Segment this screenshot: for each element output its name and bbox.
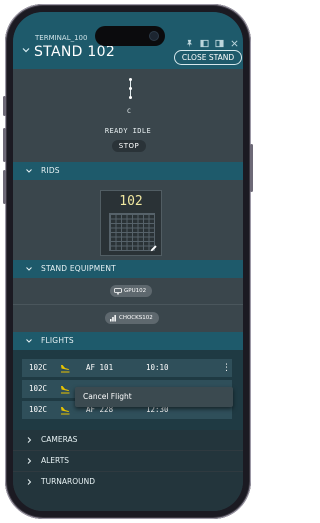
flight-stand: 102C — [29, 363, 48, 372]
status-text: READY IDLE — [104, 127, 152, 135]
terminal-label: TERMINAL_100 — [35, 34, 88, 42]
chain-label: C — [127, 107, 131, 115]
section-label: RIDS — [41, 166, 60, 175]
flight-stand: 102C — [29, 405, 48, 414]
section-header-stand-equipment[interactable]: STAND EQUIPMENT — [13, 260, 243, 278]
section-header-flights[interactable]: FLIGHTS — [13, 332, 243, 350]
chevron-right-icon — [27, 479, 32, 485]
pin-icon[interactable] — [185, 33, 194, 48]
split-view-icon[interactable] — [200, 33, 209, 47]
action-button — [3, 96, 6, 116]
section-header-cameras[interactable]: CAMERAS — [13, 430, 243, 450]
stop-button[interactable]: STOP — [112, 140, 146, 152]
equipment-chip-gpu[interactable]: GPU102 — [110, 285, 153, 297]
section-label: STAND EQUIPMENT — [41, 264, 116, 273]
chevron-down-icon — [26, 339, 32, 343]
more-vertical-icon[interactable]: ⋮ — [222, 359, 231, 377]
camera-icon — [150, 32, 158, 40]
close-icon[interactable] — [230, 33, 239, 47]
app-screen: TERMINAL_100 STAND 102 CLOSE STAND C REA… — [13, 12, 243, 511]
equipment-label: GPU102 — [124, 288, 147, 294]
cancel-flight-menu-item[interactable]: Cancel Flight — [75, 387, 233, 407]
rids-panel: 102 — [13, 180, 243, 260]
chocks-icon — [110, 315, 116, 322]
chevron-down-icon[interactable] — [21, 45, 31, 55]
chevron-down-icon — [26, 267, 32, 271]
screen-footer — [13, 492, 243, 511]
window-controls — [185, 31, 239, 48]
equipment-chip-chocks[interactable]: CHOCKS102 — [105, 312, 159, 324]
equipment-row: GPU102 — [13, 278, 243, 305]
page-title: STAND 102 — [34, 44, 116, 60]
pencil-icon[interactable] — [149, 244, 158, 253]
stand-status-panel: C READY IDLE STOP — [13, 69, 243, 162]
flight-time: 10:10 — [146, 363, 169, 372]
plane-arrival-icon — [61, 386, 70, 394]
section-header-alerts[interactable]: ALERTS — [13, 451, 243, 471]
rids-stand-number: 102 — [119, 194, 143, 209]
plane-arrival-icon — [61, 365, 70, 373]
section-header-rids[interactable]: RIDS — [13, 162, 243, 180]
volume-down-button — [3, 170, 6, 204]
flight-number: AF 101 — [86, 363, 114, 372]
chevron-right-icon — [27, 458, 32, 464]
chevron-down-icon — [26, 169, 32, 173]
equipment-panel: GPU102 CHOCKS102 — [13, 278, 243, 332]
power-button — [250, 144, 253, 192]
equipment-label: CHOCKS102 — [119, 315, 153, 321]
panel-icon[interactable] — [215, 33, 224, 47]
rids-display[interactable]: 102 — [100, 190, 162, 256]
status-chain-dot — [129, 78, 132, 81]
flight-row[interactable]: 102C AF 101 10:10 ⋮ — [22, 359, 232, 377]
dynamic-island — [95, 26, 165, 46]
close-stand-button[interactable]: CLOSE STAND — [174, 50, 242, 65]
section-label: TURNAROUND — [41, 477, 96, 486]
chevron-right-icon — [27, 437, 32, 443]
plane-arrival-icon — [61, 407, 70, 415]
status-chain-dot — [129, 87, 132, 90]
section-label: FLIGHTS — [41, 336, 74, 345]
section-label: CAMERAS — [41, 435, 78, 444]
volume-up-button — [3, 128, 6, 162]
equipment-row: CHOCKS102 — [13, 305, 243, 331]
section-header-turnaround[interactable]: TURNAROUND — [13, 472, 243, 492]
gpu-icon — [114, 288, 122, 295]
flight-stand: 102C — [29, 384, 48, 393]
section-label: ALERTS — [41, 456, 70, 465]
status-chain-dot — [129, 96, 132, 99]
